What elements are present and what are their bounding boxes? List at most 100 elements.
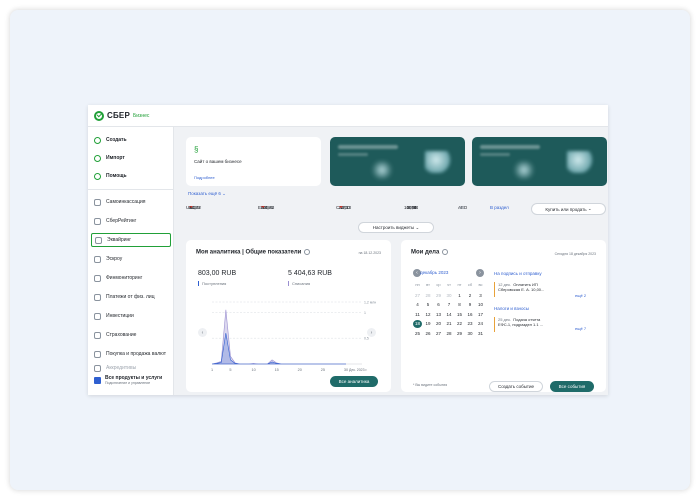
chevron-down-icon: ⌄ [586, 206, 592, 211]
chevron-down-icon: ⌄ [222, 191, 226, 196]
show-more-link[interactable]: Показать ещё 6 ⌄ [188, 191, 226, 197]
calendar-day[interactable]: 12 [424, 311, 433, 319]
create-event-button[interactable]: Создать событие [489, 381, 543, 392]
calendar-day[interactable]: 26 [424, 330, 433, 338]
brand-name[interactable]: СБЕР [107, 111, 130, 120]
y-tick-label: 1,2 млн [364, 301, 376, 305]
calendar-day[interactable]: 30 [466, 330, 475, 338]
banner-2[interactable] [472, 137, 607, 186]
all-events-button[interactable]: Все события [550, 381, 594, 392]
income-amount: 803,00 RUB [198, 270, 237, 277]
task-more-link[interactable]: ещё 2 [575, 293, 586, 298]
x-tick-label: 1 [211, 368, 213, 372]
calendar-day[interactable]: 29 [455, 330, 464, 338]
calendar-day[interactable]: 11 [413, 311, 422, 319]
task-more-link[interactable]: ещё 7 [575, 326, 586, 331]
task-group-title[interactable]: Налоги и взносы [494, 306, 529, 311]
all-analytics-button[interactable]: Все аналитика [330, 376, 378, 387]
calendar-day[interactable]: 3 [476, 292, 485, 300]
sber-logo-icon[interactable] [94, 110, 104, 121]
x-tick-label: 30 [344, 368, 348, 372]
sidebar-item-create[interactable]: Создать [91, 133, 171, 147]
sidebar-item-finmonitoring[interactable]: Финмониторинг [91, 271, 171, 285]
calendar-day[interactable]: 22 [455, 320, 464, 328]
task-group-title[interactable]: На подпись и отправку [494, 271, 542, 276]
sidebar-item-label: Покупка и продажа валют [106, 351, 167, 357]
configure-widgets-label: Настроить виджеты [372, 225, 415, 230]
calendar-day[interactable]: 16 [466, 311, 475, 319]
calendar-day[interactable]: 7 [445, 301, 454, 309]
all-products-link[interactable]: Все продукты и услуги Подключение и упра… [91, 375, 171, 385]
calendar-day[interactable]: 28 [445, 330, 454, 338]
chart-next-button[interactable]: › [367, 328, 376, 337]
calendar-day[interactable]: 4 [413, 301, 422, 309]
sidebar-item-label: Инвестиции [106, 313, 134, 319]
calendar-day[interactable]: 28 [424, 292, 433, 300]
calendar-day[interactable]: 1 [455, 292, 464, 300]
brand-sub: Бизнес [133, 112, 150, 119]
calendar-day[interactable]: 18 [413, 320, 422, 328]
sidebar-item-investments[interactable]: Инвестиции [91, 309, 171, 323]
calendar-day[interactable]: 27 [413, 292, 422, 300]
calendar-day[interactable]: 21 [445, 320, 454, 328]
calendar-day[interactable]: 31 [476, 330, 485, 338]
sidebar-item-label: Страхование [106, 332, 137, 338]
calendar-day[interactable]: 27 [434, 330, 443, 338]
sidebar-item-individual-payments[interactable]: Платежи от физ. лиц [91, 290, 171, 304]
plus-icon [94, 136, 101, 144]
sidebar-item-insurance[interactable]: Страхование [91, 328, 171, 342]
chart-prev-button[interactable]: ‹ [198, 328, 207, 337]
info-icon[interactable] [304, 249, 311, 255]
sidebar-item-self-collection[interactable]: Самоинкассация [91, 195, 171, 209]
calendar-day[interactable]: 9 [466, 301, 475, 309]
calendar-day[interactable]: 10 [476, 301, 485, 309]
x-tick-label: 10 [251, 368, 255, 372]
sidebar-item-label: Создать [106, 137, 127, 143]
sidebar-item-help[interactable]: Помощь [91, 169, 171, 183]
top-bar: СБЕР Бизнес [88, 105, 608, 127]
calendar-day[interactable]: 17 [476, 311, 485, 319]
sidebar-item-currency-exchange[interactable]: Покупка и продажа валют [91, 347, 171, 361]
promo-card[interactable]: § Сайт о вашем бизнесе Подробнее [186, 137, 321, 186]
sidebar-item-sberrating[interactable]: СберРейтинг [91, 214, 171, 228]
calendar-day[interactable]: 24 [476, 320, 485, 328]
tasks-date: Сегодня 18 декабря 2023 [554, 252, 596, 256]
calendar-day[interactable]: 20 [434, 320, 443, 328]
calendar-day[interactable]: 19 [424, 320, 433, 328]
calendar-day[interactable]: 30 [445, 292, 454, 300]
sidebar-item-import[interactable]: Импорт [91, 151, 171, 165]
sidebar-item-letters-of-credit[interactable]: Аккредитивы [91, 361, 171, 375]
analytics-title-text: Моя аналитика | Общие показатели [196, 249, 302, 256]
calendar-day[interactable]: 25 [413, 330, 422, 338]
banner-1[interactable] [330, 137, 465, 186]
configure-widgets-button[interactable]: Настроить виджеты ⌄ [358, 222, 434, 233]
calendar-next-button[interactable]: › [476, 269, 484, 277]
rates-section-link[interactable]: В раздел [490, 205, 509, 210]
buy-sell-button[interactable]: Купить или продать ⌄ [531, 203, 606, 215]
banner-blurred-text [338, 145, 398, 149]
info-icon[interactable] [442, 249, 449, 255]
calendar-day[interactable]: 5 [424, 301, 433, 309]
x-tick-label: 20 [298, 368, 302, 372]
monitoring-icon [94, 274, 101, 282]
chart-series-area [211, 309, 346, 365]
calendar-day[interactable]: 23 [466, 320, 475, 328]
sidebar-item-acquiring[interactable]: Эквайринг [91, 233, 171, 247]
banner-blurred-text [480, 153, 510, 156]
sidebar-item-escrow[interactable]: Эскроу [91, 252, 171, 266]
help-icon [94, 172, 101, 180]
weekday-label: вт [426, 282, 430, 287]
sidebar-item-label: Эквайринг [107, 237, 132, 243]
promo-link[interactable]: Подробнее [194, 175, 215, 180]
sidebar-item-label: СберРейтинг [106, 218, 137, 224]
document-icon [94, 364, 101, 372]
calendar-day[interactable]: 29 [434, 292, 443, 300]
calendar-day[interactable]: 8 [455, 301, 464, 309]
calendar-day[interactable]: 14 [445, 311, 454, 319]
weekday-label: ср [436, 282, 441, 287]
calendar-day[interactable]: 13 [434, 311, 443, 319]
calendar-day[interactable]: 6 [434, 301, 443, 309]
calendar-day[interactable]: 15 [455, 311, 464, 319]
calendar-day[interactable]: 2 [466, 292, 475, 300]
sidebar-item-label: Платежи от физ. лиц [106, 294, 155, 300]
